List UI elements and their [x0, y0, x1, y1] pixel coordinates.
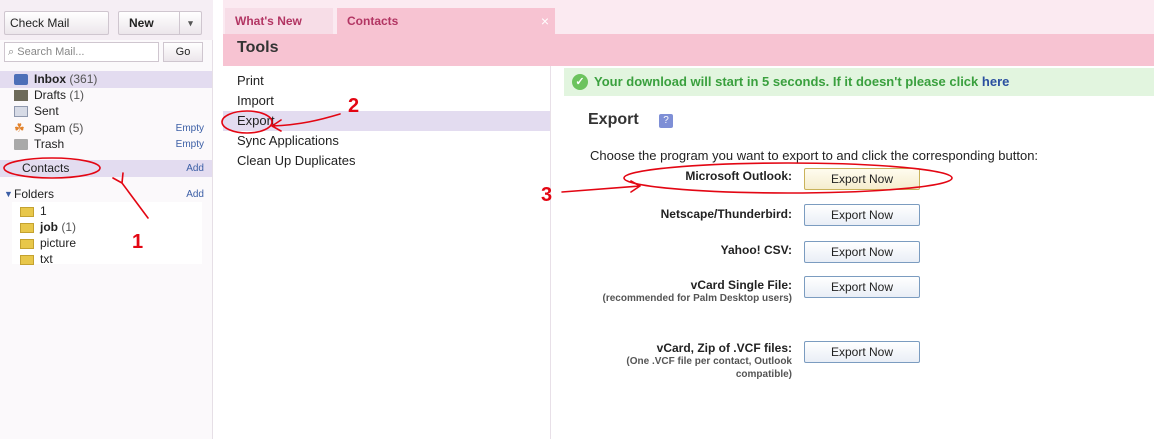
sidebar-item-label: Contacts [22, 161, 70, 175]
export-title: Export [588, 111, 639, 128]
sidebar-item-inbox[interactable]: Inbox (361) [0, 71, 212, 88]
folder-item[interactable]: picture [6, 235, 206, 252]
new-button[interactable]: New ▾ [118, 11, 202, 35]
tools-header: Tools [223, 34, 1154, 66]
folder-icon [20, 239, 34, 249]
folder-item[interactable]: txt [6, 251, 206, 268]
menu-item-sync-applications[interactable]: Sync Applications [223, 131, 550, 151]
trash-icon [14, 139, 28, 150]
folder-item[interactable]: 1 [6, 203, 206, 220]
sidebar-item-sent[interactable]: Sent [0, 103, 212, 120]
program-label: Yahoo! CSV: [720, 243, 792, 257]
program-label-vcard-single: vCard Single File: (recommended for Palm… [592, 278, 793, 305]
check-circle-icon: ✓ [572, 74, 588, 90]
spam-count: (5) [68, 121, 84, 135]
spam-icon: ☘ [14, 121, 25, 135]
close-icon[interactable]: × [541, 8, 549, 34]
sidebar-item-label: Spam [34, 121, 66, 135]
empty-trash-link[interactable]: Empty [176, 136, 204, 153]
folder-item[interactable]: job (1) [6, 219, 206, 236]
folder-count: (1) [61, 220, 77, 234]
export-panel: ✓ Your download will start in 5 seconds.… [552, 66, 1154, 439]
export-now-button-thunderbird[interactable]: Export Now [804, 204, 920, 226]
sent-icon [14, 106, 28, 117]
inbox-icon [14, 74, 28, 85]
sidebar-resize-handle[interactable] [216, 280, 220, 300]
unread-count: (361) [69, 72, 98, 86]
sidebar-item-trash[interactable]: Trash Empty [0, 136, 212, 153]
tab-label: Contacts [347, 14, 399, 28]
program-label-vcard-zip: vCard, Zip of .VCF files: (One .VCF file… [592, 341, 792, 381]
program-label: Netscape/Thunderbird: [660, 207, 792, 221]
search-input[interactable]: ⌕ Search Mail... [4, 42, 159, 62]
menu-item-import[interactable]: Import [223, 91, 550, 111]
add-contact-link[interactable]: Add [186, 160, 204, 177]
chevron-down-icon[interactable]: ▾ [179, 12, 201, 34]
folder-label: txt [40, 252, 53, 266]
folder-label: picture [40, 236, 77, 250]
folder-label: 1 [40, 204, 47, 218]
sidebar-item-label: Drafts [34, 88, 67, 102]
expand-triangle-icon[interactable]: ▼ [4, 186, 13, 203]
menu-item-print[interactable]: Print [223, 71, 550, 91]
add-folder-link[interactable]: Add [186, 186, 204, 203]
go-button[interactable]: Go [163, 42, 203, 62]
program-label: Microsoft Outlook: [685, 169, 792, 183]
tab-bar: What's New Contacts × [223, 0, 1154, 35]
export-now-button-outlook[interactable]: Export Now [804, 168, 920, 190]
mail-sidebar: Check Mail New ▾ ⌕ Search Mail... Go Inb… [0, 0, 213, 439]
export-now-button-vcard-single[interactable]: Export Now [804, 276, 920, 298]
page-title: Tools [237, 39, 279, 56]
menu-item-clean-up-duplicates[interactable]: Clean Up Duplicates [223, 151, 550, 171]
folders-header[interactable]: ▼ Folders Add [4, 186, 212, 203]
menu-item-export[interactable]: Export [223, 111, 550, 131]
program-name: vCard, Zip of .VCF files: [656, 341, 792, 355]
tools-menu: Print Import Export Sync Applications Cl… [223, 66, 551, 439]
drafts-icon [14, 90, 28, 101]
check-mail-button[interactable]: Check Mail [4, 11, 109, 35]
search-icon: ⌕ [8, 46, 15, 58]
here-link[interactable]: here [982, 74, 1009, 89]
folder-icon [20, 255, 34, 265]
program-note: (One .VCF file per contact, Outlook comp… [626, 356, 792, 380]
folder-icon [20, 207, 34, 217]
download-notice: ✓ Your download will start in 5 seconds.… [564, 68, 1154, 96]
notice-text: Your download will start in 5 seconds. I… [594, 74, 979, 89]
help-icon[interactable]: ? [659, 114, 673, 128]
sidebar-item-spam[interactable]: ☘ Spam (5) Empty [0, 120, 212, 137]
drafts-count: (1) [69, 88, 85, 102]
program-note: (recommended for Palm Desktop users) [602, 293, 793, 304]
tab-whats-new[interactable]: What's New [225, 8, 333, 35]
empty-spam-link[interactable]: Empty [176, 120, 204, 137]
tab-contacts[interactable]: Contacts × [337, 8, 555, 35]
folders-label: Folders [14, 187, 55, 201]
sidebar-item-label: Sent [34, 104, 59, 118]
folder-label: job [40, 220, 58, 234]
search-placeholder: Search Mail... [17, 46, 85, 58]
sidebar-item-label: Trash [34, 137, 65, 151]
sidebar-item-drafts[interactable]: Drafts (1) [0, 87, 212, 104]
export-instructions: Choose the program you want to export to… [590, 148, 1039, 163]
sidebar-item-label: Inbox [34, 72, 66, 86]
sidebar-item-contacts[interactable]: Contacts Add [0, 160, 212, 177]
folder-icon [20, 223, 34, 233]
export-now-button-yahoo-csv[interactable]: Export Now [804, 241, 920, 263]
new-button-label: New [129, 16, 154, 30]
program-name: vCard Single File: [690, 278, 792, 292]
export-now-button-vcard-zip[interactable]: Export Now [804, 341, 920, 363]
